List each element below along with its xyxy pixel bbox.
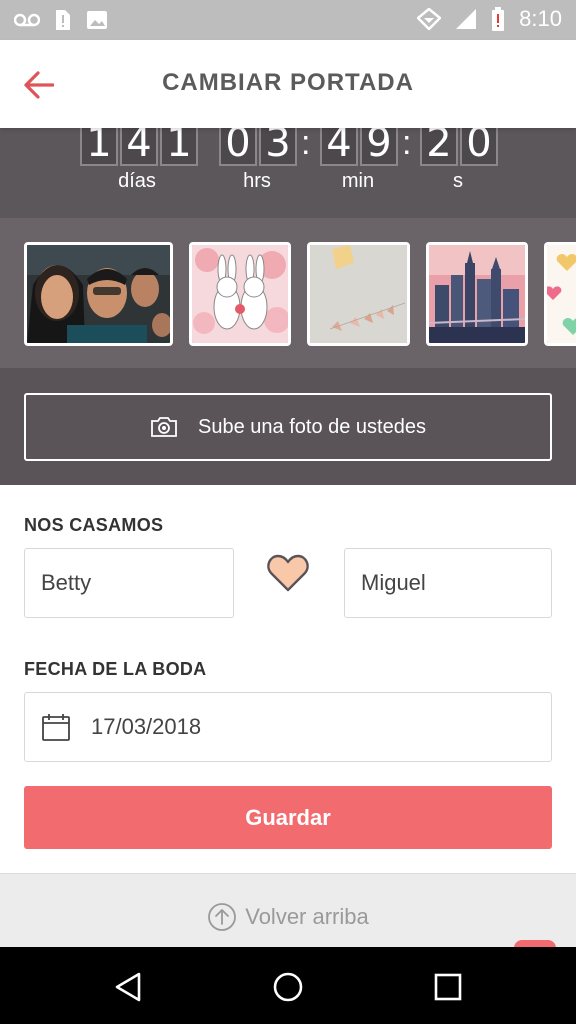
calendar-icon: [42, 714, 70, 741]
countdown: 1 4 1 0 3 : 4 9 : 2 0 días hrs min s: [0, 124, 576, 218]
countdown-digit: 4: [320, 128, 358, 166]
partner2-name-field[interactable]: Miguel: [344, 548, 552, 618]
city-skyline-image: [429, 245, 525, 343]
countdown-minutes-label: min: [341, 170, 375, 192]
status-time: 8:10: [519, 6, 562, 31]
countdown-hours-label: hrs: [243, 170, 271, 192]
back-to-top-link[interactable]: Volver arriba: [0, 902, 576, 932]
back-triangle-icon: [115, 972, 141, 1002]
cover-option-couple-selfie[interactable]: [24, 242, 173, 346]
arrow-up-circle-icon: [208, 903, 237, 931]
countdown-separator: :: [301, 124, 311, 162]
countdown-digit: 1: [160, 128, 198, 166]
bunting-flags-image: [310, 245, 407, 343]
upload-photo-label: Sube una foto de ustedes: [198, 415, 426, 438]
date-section-label: FECHA DE LA BODA: [24, 659, 207, 679]
cover-photo-strip: [0, 218, 576, 368]
partner2-name-value: Miguel: [361, 570, 426, 595]
status-left-icons: [14, 8, 108, 32]
countdown-digit: 1: [80, 128, 118, 166]
partner1-name-field[interactable]: Betty: [24, 548, 234, 618]
wedding-date-field[interactable]: 17/03/2018: [24, 692, 552, 762]
countdown-digit: 2: [420, 128, 458, 166]
battery-alert-icon: [492, 7, 505, 31]
countdown-separator: :: [402, 124, 412, 162]
cover-option-bunting[interactable]: [307, 242, 410, 346]
countdown-seconds: 2 0: [420, 128, 500, 166]
data-saver-icon: [417, 8, 442, 30]
signal-icon: [456, 9, 477, 29]
status-right-icons: 8:10: [417, 6, 562, 32]
upload-photo-button[interactable]: Sube una foto de ustedes: [24, 393, 552, 461]
image-icon: [87, 11, 107, 29]
voicemail-icon: [14, 13, 40, 27]
wedding-date-value: 17/03/2018: [91, 714, 202, 739]
countdown-digit: 4: [120, 128, 158, 166]
sim-alert-icon: [56, 10, 70, 30]
countdown-hours: 0 3: [219, 128, 299, 166]
camera-icon: [151, 417, 177, 437]
married-section-label: NOS CASAMOS: [24, 515, 164, 535]
nav-recents-button[interactable]: [426, 965, 470, 1009]
heart-icon: [267, 554, 309, 592]
back-to-top-bar: Volver arriba: [0, 873, 576, 950]
nav-back-button[interactable]: [106, 965, 150, 1009]
couple-selfie-image: [27, 245, 170, 343]
countdown-minutes: 4 9: [320, 128, 400, 166]
countdown-digit: 0: [460, 128, 498, 166]
home-circle-icon: [273, 972, 303, 1002]
partner1-name-value: Betty: [41, 570, 92, 595]
status-bar: 8:10: [0, 0, 576, 40]
wedding-form: NOS CASAMOS Betty Miguel FECHA DE LA BOD…: [0, 485, 576, 873]
cover-option-hearts[interactable]: [544, 242, 576, 346]
countdown-days: 1 4 1: [80, 128, 200, 166]
hearts-pattern-image: [547, 245, 576, 343]
system-nav-bar: [0, 947, 576, 1024]
back-to-top-label: Volver arriba: [245, 904, 369, 929]
countdown-seconds-label: s: [453, 170, 463, 192]
save-button-label: Guardar: [245, 804, 331, 830]
cover-option-skyline[interactable]: [426, 242, 528, 346]
upload-section: Sube una foto de ustedes: [0, 368, 576, 485]
page-title: CAMBIAR PORTADA: [162, 69, 414, 96]
countdown-digit: 0: [219, 128, 257, 166]
nav-home-button[interactable]: [266, 965, 310, 1009]
bunnies-illustration-image: [192, 245, 288, 343]
countdown-digit: 9: [360, 128, 398, 166]
countdown-digit: 3: [259, 128, 297, 166]
app-bar: CAMBIAR PORTADA: [0, 40, 576, 128]
countdown-days-label: días: [118, 170, 156, 192]
cover-option-bunnies[interactable]: [189, 242, 291, 346]
recents-square-icon: [434, 973, 462, 1001]
save-button[interactable]: Guardar: [24, 786, 552, 849]
